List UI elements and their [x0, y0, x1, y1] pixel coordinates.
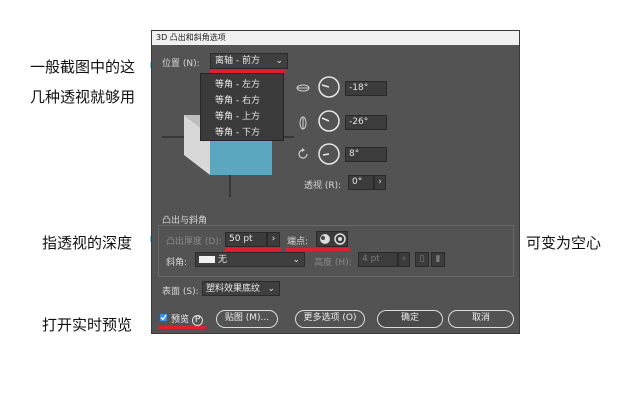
surface-label: 表面 (S): — [162, 287, 199, 297]
rotate-y-input[interactable]: -26° — [345, 115, 387, 130]
perspective-label: 透视 (R): — [304, 181, 342, 191]
rotate-z-input[interactable]: 8° — [345, 147, 387, 162]
perspective-slider-button[interactable]: › — [374, 175, 386, 190]
extrude-depth-label: 凸出厚度 (D): — [166, 237, 222, 247]
rotate-y-dial-icon[interactable] — [317, 109, 341, 133]
preview-label[interactable]: 预览 P — [171, 312, 204, 326]
bevel-extent-in-icon[interactable]: ▮ — [431, 252, 445, 267]
extrude-depth-underline — [225, 248, 281, 251]
cap-off-icon[interactable] — [333, 233, 347, 245]
extrude-bevel-dialog: 3D 凸出和斜角选项 位置 (N): 离轴 - 前方 ⌄ 等角 - 左方 等角 … — [151, 30, 520, 334]
bevel-extent-out-icon[interactable]: ▯ — [415, 252, 429, 267]
dialog-title: 3D 凸出和斜角选项 — [152, 31, 519, 45]
rotate-y-icon — [299, 116, 307, 130]
annotation-hollow: 可变为空心 — [526, 234, 602, 252]
extrude-depth-slider-button[interactable]: › — [267, 232, 280, 247]
cancel-button[interactable]: 取消 — [448, 310, 514, 328]
annotation-depth: 指透视的深度 — [42, 234, 133, 252]
extrude-depth-input[interactable]: 50 pt — [225, 232, 267, 247]
rotate-z-dial-icon[interactable] — [317, 142, 341, 166]
chevron-down-icon: ⌄ — [275, 56, 283, 66]
map-art-button[interactable]: 贴图 (M)... — [216, 310, 278, 328]
rotate-x-input[interactable]: -18° — [345, 81, 387, 96]
surface-dropdown[interactable]: 塑料效果底纹 ⌄ — [202, 281, 280, 296]
bevel-swatch — [199, 256, 215, 263]
position-value: 离轴 - 前方 — [215, 56, 260, 66]
bevel-value: 无 — [218, 255, 228, 265]
menu-item-isometric-bottom[interactable]: 等角 - 下方 — [215, 125, 260, 138]
rotate-z-icon — [298, 148, 308, 159]
preview-underline — [158, 326, 206, 329]
chevron-right-icon: › — [271, 234, 276, 244]
cap-on-icon[interactable] — [318, 233, 332, 245]
ok-button[interactable]: 确定 — [377, 310, 443, 328]
height-slider-button[interactable]: › — [398, 252, 410, 267]
annotation-preview: 打开实时预览 — [42, 316, 133, 334]
chevron-right-icon: › — [402, 254, 406, 264]
height-label: 高度 (H): — [314, 258, 352, 268]
menu-item-isometric-right[interactable]: 等角 - 右方 — [215, 93, 260, 106]
position-dropdown[interactable]: 离轴 - 前方 ⌄ — [210, 53, 288, 69]
height-input[interactable]: 4 pt — [358, 252, 398, 267]
menu-item-isometric-left[interactable]: 等角 - 左方 — [215, 77, 260, 90]
chevron-down-icon: ⌄ — [292, 255, 300, 265]
bevel-dropdown[interactable]: 无 ⌄ — [195, 252, 305, 267]
cap-toggle-group — [316, 231, 348, 247]
annotation-perspective-line2: 几种透视就够用 — [30, 88, 136, 106]
position-label: 位置 (N): — [162, 59, 200, 69]
annotation-perspective-line1: 一般截图中的这 — [30, 58, 136, 76]
preview-shortcut: P — [191, 315, 204, 326]
cap-underline — [286, 248, 350, 251]
preview-checkbox[interactable] — [159, 313, 168, 322]
rotate-x-dial-icon[interactable] — [317, 75, 341, 99]
surface-value: 塑料效果底纹 — [206, 284, 261, 294]
bevel-label: 斜角: — [166, 258, 188, 268]
preview-text: 预览 — [171, 315, 190, 325]
chevron-down-icon: ⌄ — [267, 284, 275, 294]
more-options-button[interactable]: 更多选项 (O) — [295, 310, 365, 328]
position-options-menu: 等角 - 左方 等角 - 右方 等角 - 上方 等角 - 下方 — [200, 73, 284, 141]
menu-item-isometric-top[interactable]: 等角 - 上方 — [215, 109, 260, 122]
checkmark-icon — [160, 314, 167, 321]
cap-label: 端点: — [287, 237, 309, 247]
rotate-x-icon — [296, 84, 310, 92]
chevron-right-icon: › — [378, 177, 382, 187]
perspective-input[interactable]: 0° — [348, 175, 374, 190]
